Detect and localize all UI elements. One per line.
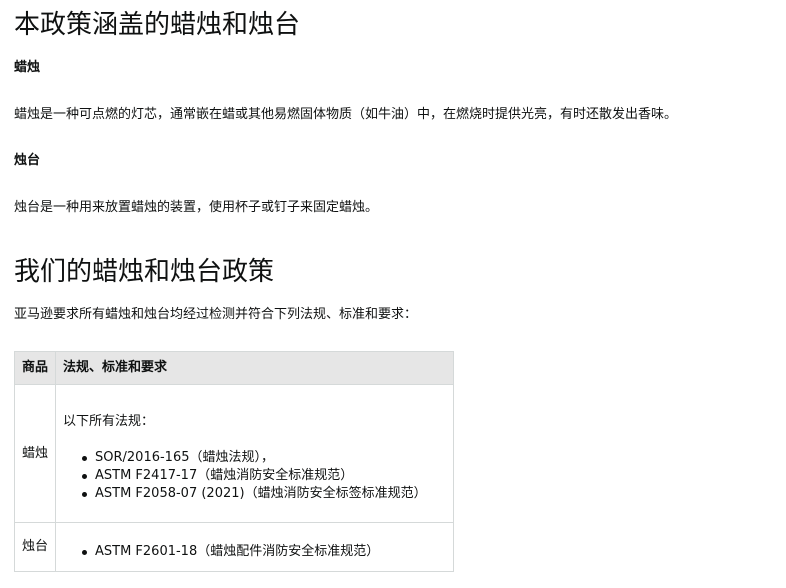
header-item: 商品 (14, 351, 56, 385)
regulations-intro: 以下所有法规： (63, 414, 155, 429)
holder-definition: 烛台是一种用来放置蜡烛的装置，使用杯子或钉子来固定蜡烛。 (14, 200, 379, 215)
regulations-list: SOR/2016-165（蜡烛法规）， ASTM F2417-17（蜡烛消防安全… (63, 449, 446, 503)
table-row: 烛台 ASTM F2601-18（蜡烛配件消防安全标准规范） (14, 522, 454, 572)
header-regulations: 法规、标准和要求 (55, 351, 454, 385)
policy-intro: 亚马逊要求所有蜡烛和烛台均经过检测并符合下列法规、标准和要求： (14, 307, 418, 322)
candle-definition: 蜡烛是一种可点燃的灯芯，通常嵌在蜡或其他易燃固体物质（如牛油）中，在燃烧时提供光… (14, 107, 678, 122)
list-item: ASTM F2058-07 (2021)（蜡烛消防安全标签标准规范） (82, 485, 446, 503)
table-row: 蜡烛 以下所有法规： SOR/2016-165（蜡烛法规）， ASTM F241… (14, 384, 454, 523)
regulations-list: ASTM F2601-18（蜡烛配件消防安全标准规范） (63, 543, 446, 561)
list-item: ASTM F2417-17（蜡烛消防安全标准规范） (82, 467, 446, 485)
row-item-holder: 烛台 (14, 522, 56, 572)
list-item: SOR/2016-165（蜡烛法规）， (82, 449, 446, 467)
list-item: ASTM F2601-18（蜡烛配件消防安全标准规范） (82, 543, 446, 561)
holder-term: 烛台 (14, 153, 41, 168)
regulations-table: 商品 法规、标准和要求 蜡烛 以下所有法规： SOR/2016-165（蜡烛法规… (14, 351, 454, 572)
row-item-candle: 蜡烛 (14, 384, 56, 523)
candle-term: 蜡烛 (14, 60, 41, 75)
policy-heading: 我们的蜡烛和烛台政策 (14, 257, 275, 287)
row-regulations-candle: 以下所有法规： SOR/2016-165（蜡烛法规）， ASTM F2417-1… (55, 384, 454, 523)
coverage-heading: 本政策涵盖的蜡烛和烛台 (14, 10, 301, 40)
table-header-row: 商品 法规、标准和要求 (14, 351, 454, 385)
row-regulations-holder: ASTM F2601-18（蜡烛配件消防安全标准规范） (55, 522, 454, 572)
